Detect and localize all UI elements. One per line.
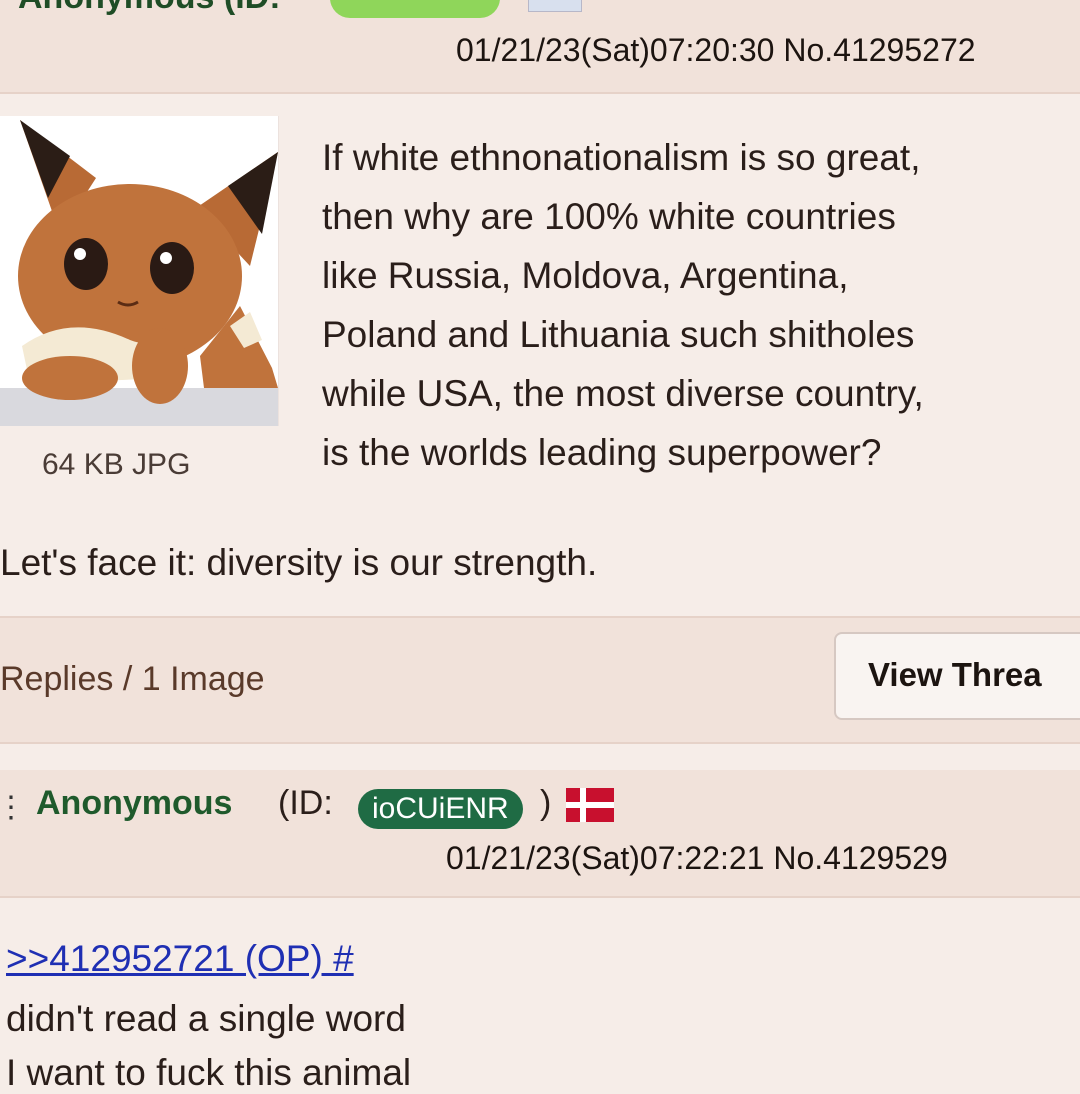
reply-id-badge[interactable]: ioCUiENR <box>358 789 523 829</box>
reply-text-line-2: I want to fuck this animal <box>6 1052 412 1093</box>
op-flag-icon <box>528 0 582 12</box>
op-file-info[interactable]: 64 KB JPG <box>42 448 190 482</box>
post-menu-icon[interactable]: ⋮ <box>0 790 26 825</box>
reply-id-label: (ID: <box>278 784 333 822</box>
reply-id-close: ) <box>540 784 552 822</box>
view-thread-button[interactable]: View Threa <box>834 632 1080 720</box>
op-date-number[interactable]: 01/21/23(Sat)07:20:30 No.41295272 <box>456 32 976 69</box>
denmark-flag-icon <box>566 788 614 822</box>
reply-date-number[interactable]: 01/21/23(Sat)07:22:21 No.4129529 <box>446 840 948 877</box>
op-post-text-2: Let's face it: diversity is our strength… <box>0 542 598 583</box>
reply-quote-link[interactable]: >>412952721 (OP) # <box>6 938 354 980</box>
replies-count: Replies / 1 Image <box>0 660 265 698</box>
op-image-thumbnail[interactable] <box>0 116 279 426</box>
op-poster-name: Anonymous (ID: <box>18 0 281 17</box>
op-id-badge[interactable] <box>330 0 500 18</box>
eevee-image-icon <box>0 116 278 426</box>
reply-poster-name: Anonymous <box>36 784 233 822</box>
reply-text-line-1: didn't read a single word <box>6 998 406 1039</box>
op-post-text: If white ethnonationalism is so great, t… <box>322 137 924 473</box>
